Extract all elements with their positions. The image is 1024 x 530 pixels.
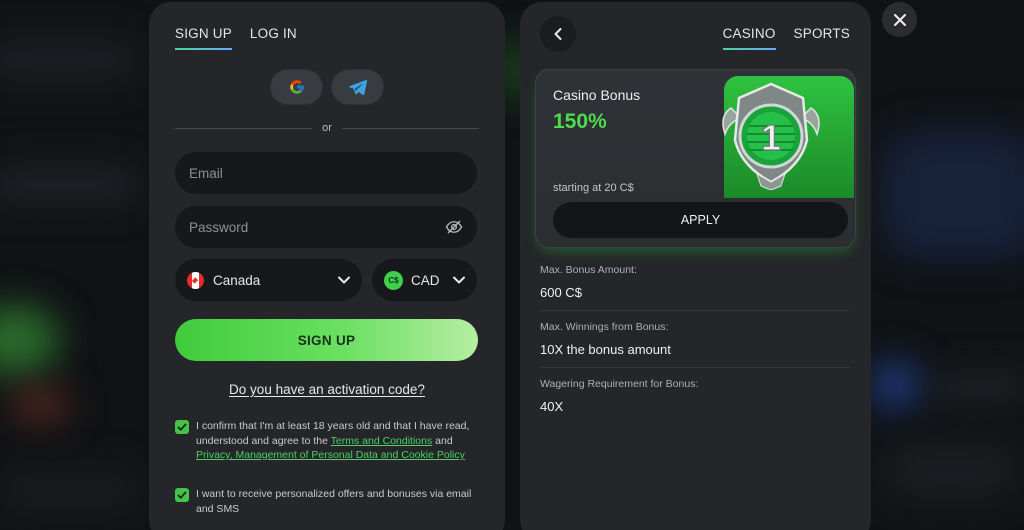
close-button[interactable] <box>882 2 917 37</box>
detail-max-winnings: Max. Winnings from Bonus: 10X the bonus … <box>540 321 850 368</box>
password-placeholder: Password <box>189 219 249 235</box>
or-divider: or <box>175 122 479 134</box>
detail-label: Max. Winnings from Bonus: <box>540 321 669 333</box>
tab-sign-up[interactable]: SIGN UP <box>175 26 232 50</box>
bonus-tabs: CASINO SPORTS <box>722 26 850 50</box>
google-login-button[interactable] <box>270 69 323 105</box>
apply-button[interactable]: APPLY <box>553 202 848 238</box>
offers-checkbox[interactable] <box>175 488 189 502</box>
canada-flag-icon <box>187 271 204 289</box>
google-icon <box>289 80 304 94</box>
canadian-dollar-icon: C$ <box>384 270 403 290</box>
eye-off-icon[interactable] <box>445 219 463 235</box>
detail-wagering: Wagering Requirement for Bonus: 40X <box>540 378 850 424</box>
detail-max-bonus: Max. Bonus Amount: 600 C$ <box>540 264 850 311</box>
tab-sports[interactable]: SPORTS <box>794 26 850 50</box>
bonus-percent: 150% <box>553 110 607 133</box>
activation-code-link[interactable]: Do you have an activation code? <box>149 382 505 397</box>
chevron-down-icon <box>453 276 465 284</box>
detail-value: 40X <box>540 399 564 414</box>
chevron-left-icon <box>554 28 562 40</box>
close-icon <box>893 13 906 26</box>
bonus-details: Max. Bonus Amount: 600 C$ Max. Winnings … <box>540 264 850 434</box>
tab-casino[interactable]: CASINO <box>722 26 776 50</box>
telegram-icon <box>348 79 367 95</box>
currency-value: CAD <box>411 272 440 288</box>
consent-text: I confirm that I'm at least 18 years old… <box>196 419 485 463</box>
bonus-panel: CASINO SPORTS 1 Casino Bonus 150% starti… <box>520 2 871 530</box>
checkmark-icon <box>177 491 187 499</box>
offers-text: I want to receive personalized offers an… <box>196 488 472 515</box>
bonus-title: Casino Bonus <box>553 87 641 103</box>
social-login <box>270 69 384 105</box>
or-label: or <box>322 122 332 134</box>
detail-label: Max. Bonus Amount: <box>540 264 637 276</box>
chevron-down-icon <box>338 276 350 284</box>
currency-select[interactable]: C$ CAD <box>372 259 477 301</box>
detail-label: Wagering Requirement for Bonus: <box>540 378 699 390</box>
terms-link[interactable]: Terms and Conditions <box>331 435 433 447</box>
auth-tabs: SIGN UP LOG IN <box>175 26 297 50</box>
signup-panel: SIGN UP LOG IN or Email Password Canada … <box>149 2 505 530</box>
checkmark-icon <box>177 423 187 431</box>
password-field[interactable]: Password <box>175 206 477 248</box>
medal-number: 1 <box>761 117 781 158</box>
sign-up-button[interactable]: SIGN UP <box>175 319 478 361</box>
age-terms-consent: I confirm that I'm at least 18 years old… <box>175 419 485 463</box>
medal-icon: 1 <box>722 82 820 190</box>
offers-consent: I want to receive personalized offers an… <box>175 487 485 516</box>
email-field[interactable]: Email <box>175 152 477 194</box>
consent-text-part: and <box>432 434 453 447</box>
country-value: Canada <box>213 272 261 288</box>
detail-value: 600 C$ <box>540 285 582 300</box>
country-select[interactable]: Canada <box>175 259 362 301</box>
back-button[interactable] <box>540 16 576 52</box>
email-placeholder: Email <box>189 165 223 181</box>
privacy-policy-link[interactable]: Privacy, Management of Personal Data and… <box>196 449 465 461</box>
tab-log-in[interactable]: LOG IN <box>250 26 297 50</box>
bonus-starting-amount: starting at 20 C$ <box>553 182 634 194</box>
consent-checkbox[interactable] <box>175 420 189 434</box>
casino-bonus-card: 1 Casino Bonus 150% starting at 20 C$ AP… <box>535 69 856 248</box>
telegram-login-button[interactable] <box>331 69 384 105</box>
detail-value: 10X the bonus amount <box>540 342 671 357</box>
